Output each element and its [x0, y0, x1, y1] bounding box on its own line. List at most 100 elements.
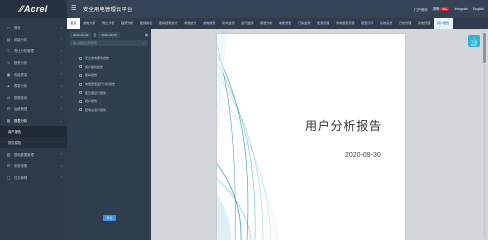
start-date-field[interactable]: 2020-09-30: [70, 31, 92, 38]
platform-title: 安全用电管理云平台: [83, 7, 133, 13]
tab-0[interactable]: 首页: [67, 18, 80, 29]
chevron-icon: ›: [60, 152, 62, 157]
report-list-item[interactable]: 用户能耗报告: [79, 63, 151, 72]
sidebar-item-8[interactable]: ▦ 报表分析 ⌄: [0, 115, 67, 127]
sidebar-item-label: 同比分析管理: [14, 49, 34, 54]
tab-10[interactable]: 需量分析: [257, 18, 276, 29]
document-icon: [79, 108, 82, 112]
report-item-label: 能耗报告: [85, 73, 98, 78]
report-item-label: 用户报告: [85, 99, 98, 104]
sidebar-item-7[interactable]: ⚙ 运维管理 ›: [0, 103, 67, 115]
tab-8[interactable]: 实时监测: [219, 18, 238, 29]
chevron-icon: ›: [60, 106, 62, 111]
report-list-item[interactable]: 能耗报告: [79, 71, 151, 80]
sidebar-item-label: 系统设置: [14, 164, 28, 169]
query-icon: ◎: [6, 94, 11, 100]
sidebar-item-0[interactable]: ⌂ 首页 ›: [0, 22, 67, 34]
quality-icon: ▣: [6, 71, 11, 77]
sidebar: ⁄⁄ Acrel ⌂ 首页 › ▤ 用能分析 › ≡ 同比分析管理 › ∿ 趋势分析 › ▣ 电能质量 › ▲…: [0, 0, 67, 240]
report-list-item[interactable]: 电能质量运行分析报告: [79, 80, 151, 89]
sidebar-item-label: 基础数据管理: [14, 152, 34, 157]
chart-icon: ▤: [6, 36, 11, 42]
tab-18[interactable]: 系统管理: [415, 18, 434, 29]
alarm-label: 报警: [432, 7, 440, 11]
trend-icon: ∿: [6, 60, 11, 66]
end-date-field[interactable]: 2020-09-30: [98, 31, 120, 38]
report-list: 安全用电服务报告 用户能耗报告 能耗报告电能质量运行分析报告 变压器运行报告用户报告配…: [67, 54, 151, 114]
tab-3[interactable]: 趋势分析: [118, 18, 137, 29]
tab-17[interactable]: 日志管理: [396, 18, 415, 29]
sidebar-item-label: 日志管理: [14, 175, 28, 180]
download-pdf-label: 下载 PDF: [470, 39, 477, 48]
tab-13[interactable]: 能源管理: [314, 18, 333, 29]
document-icon: [79, 73, 82, 77]
sidebar-item-5[interactable]: ▲ 需量分析 ›: [0, 80, 67, 92]
sidebar-item-1[interactable]: ▤ 用能分析 ›: [0, 34, 67, 46]
download-pdf-button[interactable]: ⤓ 下载 PDF: [468, 35, 480, 47]
scroll-thumb[interactable]: [483, 33, 486, 63]
sidebar-item-label: 首页: [14, 26, 21, 31]
home-icon: ⌂: [7, 25, 10, 31]
portal-home-link[interactable]: 门户首页: [414, 7, 428, 12]
tab-12[interactable]: 门禁监测: [295, 18, 314, 29]
compare-icon: ≡: [7, 48, 10, 54]
tab-2[interactable]: 同比分析: [99, 18, 118, 29]
report-list-item[interactable]: 用户报告: [79, 97, 151, 106]
tab-16[interactable]: 系统设置: [377, 18, 396, 29]
tab-1[interactable]: 用电分析: [80, 18, 99, 29]
report-item-label: 电能质量运行分析报告: [85, 82, 116, 87]
tab-11[interactable]: 电能质量: [276, 18, 295, 29]
report-list-item[interactable]: 变压器运行报告: [79, 88, 151, 97]
maintenance-icon: ⚙: [6, 106, 11, 112]
sidebar-item-a2[interactable]: ▢ 日志管理 ›: [0, 172, 67, 184]
logo-text: Acrel: [23, 4, 48, 14]
date-range: 2020-09-30 至 2020-09-30 ▦: [67, 29, 151, 40]
export-button[interactable]: 导出: [103, 215, 116, 221]
tab-4[interactable]: 能耗排名: [137, 18, 156, 29]
sidebar-item-a0[interactable]: ▥ 基础数据管理 ›: [0, 148, 67, 160]
document-icon: [79, 56, 82, 60]
calendar-icon[interactable]: ▦: [145, 33, 148, 37]
sidebar-subitem-1[interactable]: 报告模板: [0, 137, 67, 149]
report-date: 2020-09-30: [345, 152, 381, 159]
topbar-links: 门户首页 报警 99+ Integrate English: [414, 0, 484, 18]
report-preview: 用户分析报告 2020-09-30 ⤓ 下载 PDF: [151, 29, 488, 240]
sidebar-item-4[interactable]: ▣ 电能质量 ›: [0, 68, 67, 80]
report-item-label: 配电房运行报告: [85, 107, 107, 112]
report-item-label: 用户能耗报告: [85, 64, 104, 69]
sidebar-item-2[interactable]: ≡ 同比分析管理 ›: [0, 45, 67, 57]
menu-toggle-icon[interactable]: ☰: [71, 6, 80, 12]
language-switch[interactable]: English: [473, 7, 484, 11]
integrate-link[interactable]: Integrate: [454, 7, 467, 11]
logo-mark-icon: ⁄⁄: [19, 4, 23, 14]
tab-15[interactable]: 报表打印: [358, 18, 377, 29]
report-list-item[interactable]: 安全用电服务报告: [79, 54, 151, 63]
document-icon: [79, 91, 82, 95]
preview-scrollbar[interactable]: [483, 31, 486, 237]
tab-6[interactable]: 用能统计: [181, 18, 200, 29]
page-tabs: 首页 用电分析 同比分析 趋势分析 能耗排名 能耗报表统计 用能统计 用电报表 实时监测 运行监测…: [67, 18, 488, 29]
demand-icon: ▲: [6, 83, 11, 89]
tab-5[interactable]: 能耗报表统计: [156, 18, 181, 29]
tab-19[interactable]: 用户报告: [433, 18, 453, 29]
report-list-panel: 2020-09-30 至 2020-09-30 ▦ ⌕ 安全用电服务报告用户能耗…: [67, 29, 151, 240]
tab-9[interactable]: 运行监测: [238, 18, 257, 29]
log-icon: ▢: [6, 174, 11, 180]
chevron-icon: ›: [60, 72, 62, 77]
sidebar-item-a1[interactable]: ⚙ 系统设置 ›: [0, 160, 67, 172]
search-input[interactable]: [73, 41, 144, 45]
sidebar-item-label: 数据查询: [14, 95, 28, 100]
report-icon: ▦: [6, 118, 11, 124]
tab-14[interactable]: 用电报表管理: [333, 18, 358, 29]
alarm-link[interactable]: 报警 99+: [433, 6, 450, 12]
sidebar-subitem-0[interactable]: 用户报告: [0, 126, 67, 138]
tab-7[interactable]: 用电报表: [200, 18, 219, 29]
search-icon[interactable]: ⌕: [143, 41, 145, 45]
report-list-item[interactable]: 配电房运行报告: [79, 106, 151, 115]
sidebar-item-label: 运维管理: [14, 107, 28, 112]
cover-wave-art: [217, 34, 277, 240]
chevron-icon: ›: [60, 175, 62, 180]
sidebar-item-6[interactable]: ◎ 数据查询 ›: [0, 92, 67, 104]
chevron-icon: ⌄: [59, 118, 62, 123]
sidebar-item-3[interactable]: ∿ 趋势分析 ›: [0, 57, 67, 69]
